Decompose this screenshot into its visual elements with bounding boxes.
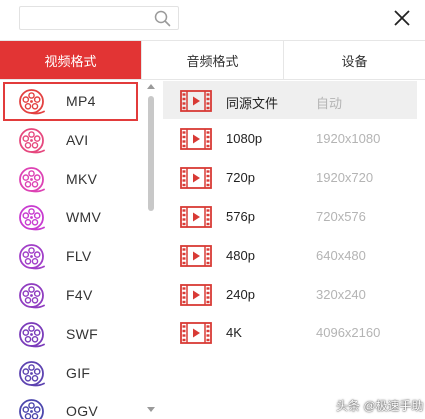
format-label: SWF [66, 326, 99, 342]
film-reel-icon [19, 167, 45, 193]
film-reel-icon [19, 205, 45, 231]
film-strip-icon [180, 128, 212, 150]
film-strip-icon [180, 167, 212, 189]
resolution-dimensions: 320x240 [316, 287, 366, 302]
format-list-scrollbar[interactable] [146, 84, 156, 419]
resolution-dimensions: 1920x1080 [316, 131, 381, 146]
film-strip-icon [180, 284, 212, 306]
format-item-flv[interactable]: FLV [3, 237, 138, 276]
film-reel-icon [19, 244, 45, 270]
tab-devices[interactable]: 设备 [283, 41, 425, 79]
tab-audio-formats[interactable]: 音频格式 [141, 41, 283, 79]
search-box[interactable] [19, 6, 179, 30]
search-input[interactable] [20, 7, 148, 29]
scroll-thumb[interactable] [148, 96, 154, 211]
format-label: FLV [66, 248, 92, 264]
resolution-name: 同源文件 [226, 96, 279, 111]
resolution-dimensions: 640x480 [316, 248, 366, 263]
format-item-avi[interactable]: AVI [3, 121, 138, 160]
format-item-f4v[interactable]: F4V [3, 276, 138, 315]
format-label: MKV [66, 171, 98, 187]
resolution-item-576p[interactable]: 576p 720x576 [163, 197, 417, 235]
format-label: WMV [66, 209, 102, 225]
film-strip-icon [180, 322, 212, 344]
format-item-wmv[interactable]: WMV [3, 198, 138, 237]
film-strip-icon [180, 206, 212, 228]
resolution-item-1080p[interactable]: 1080p 1920x1080 [163, 119, 417, 157]
resolution-dimensions: 1920x720 [316, 170, 374, 185]
scroll-up-arrow-icon[interactable] [147, 84, 155, 89]
film-strip-icon [180, 245, 212, 267]
resolution-name: 240p [226, 287, 255, 302]
format-label: OGV [66, 403, 99, 419]
resolution-name: 480p [226, 248, 255, 263]
film-reel-icon [19, 89, 45, 115]
format-item-mkv[interactable]: MKV [3, 160, 138, 199]
format-label: GIF [66, 365, 91, 381]
format-item-ogv[interactable]: OGV [3, 392, 138, 419]
close-icon[interactable] [393, 9, 411, 27]
search-icon[interactable] [154, 10, 171, 27]
resolution-name: 720p [226, 170, 255, 185]
film-reel-icon [19, 283, 45, 309]
film-reel-icon [19, 128, 45, 154]
format-item-swf[interactable]: SWF [3, 315, 138, 354]
watermark: 头条 @极速手助 [336, 399, 424, 413]
format-label: F4V [66, 287, 93, 303]
resolution-name: 1080p [226, 131, 263, 146]
resolution-item-480p[interactable]: 480p 640x480 [163, 236, 417, 274]
format-item-gif[interactable]: GIF [3, 354, 138, 393]
format-item-mp4[interactable]: MP4 [3, 82, 138, 121]
resolution-name: 4K [226, 325, 242, 340]
format-list: MP4 AVI MKV WMV FLV F4V SWF GIF OGV [0, 80, 143, 419]
tab-video-formats[interactable]: 视频格式 [0, 41, 141, 79]
resolution-item-4k[interactable]: 4K 4096x2160 [163, 313, 417, 351]
resolution-item-720p[interactable]: 720p 1920x720 [163, 158, 417, 196]
format-label: AVI [66, 132, 89, 148]
resolution-item-source[interactable]: 同源文件 自动 [163, 81, 417, 119]
format-tabs: 视频格式 音频格式 设备 [0, 40, 425, 80]
resolution-dimensions: 4096x2160 [316, 325, 381, 340]
film-reel-icon [19, 399, 44, 419]
resolution-name: 576p [226, 209, 255, 224]
resolution-dimensions: 720x576 [316, 209, 366, 224]
resolution-item-240p[interactable]: 240p 320x240 [163, 275, 417, 313]
resolution-dimensions: 自动 [316, 96, 343, 111]
resolution-list: 同源文件 自动 1080p 1920x1080 720p 1920x720 57… [163, 80, 425, 419]
film-reel-icon [19, 361, 45, 387]
scroll-down-arrow-icon[interactable] [147, 407, 155, 412]
film-strip-icon [180, 90, 212, 112]
format-label: MP4 [66, 93, 96, 109]
film-reel-icon [19, 322, 45, 348]
